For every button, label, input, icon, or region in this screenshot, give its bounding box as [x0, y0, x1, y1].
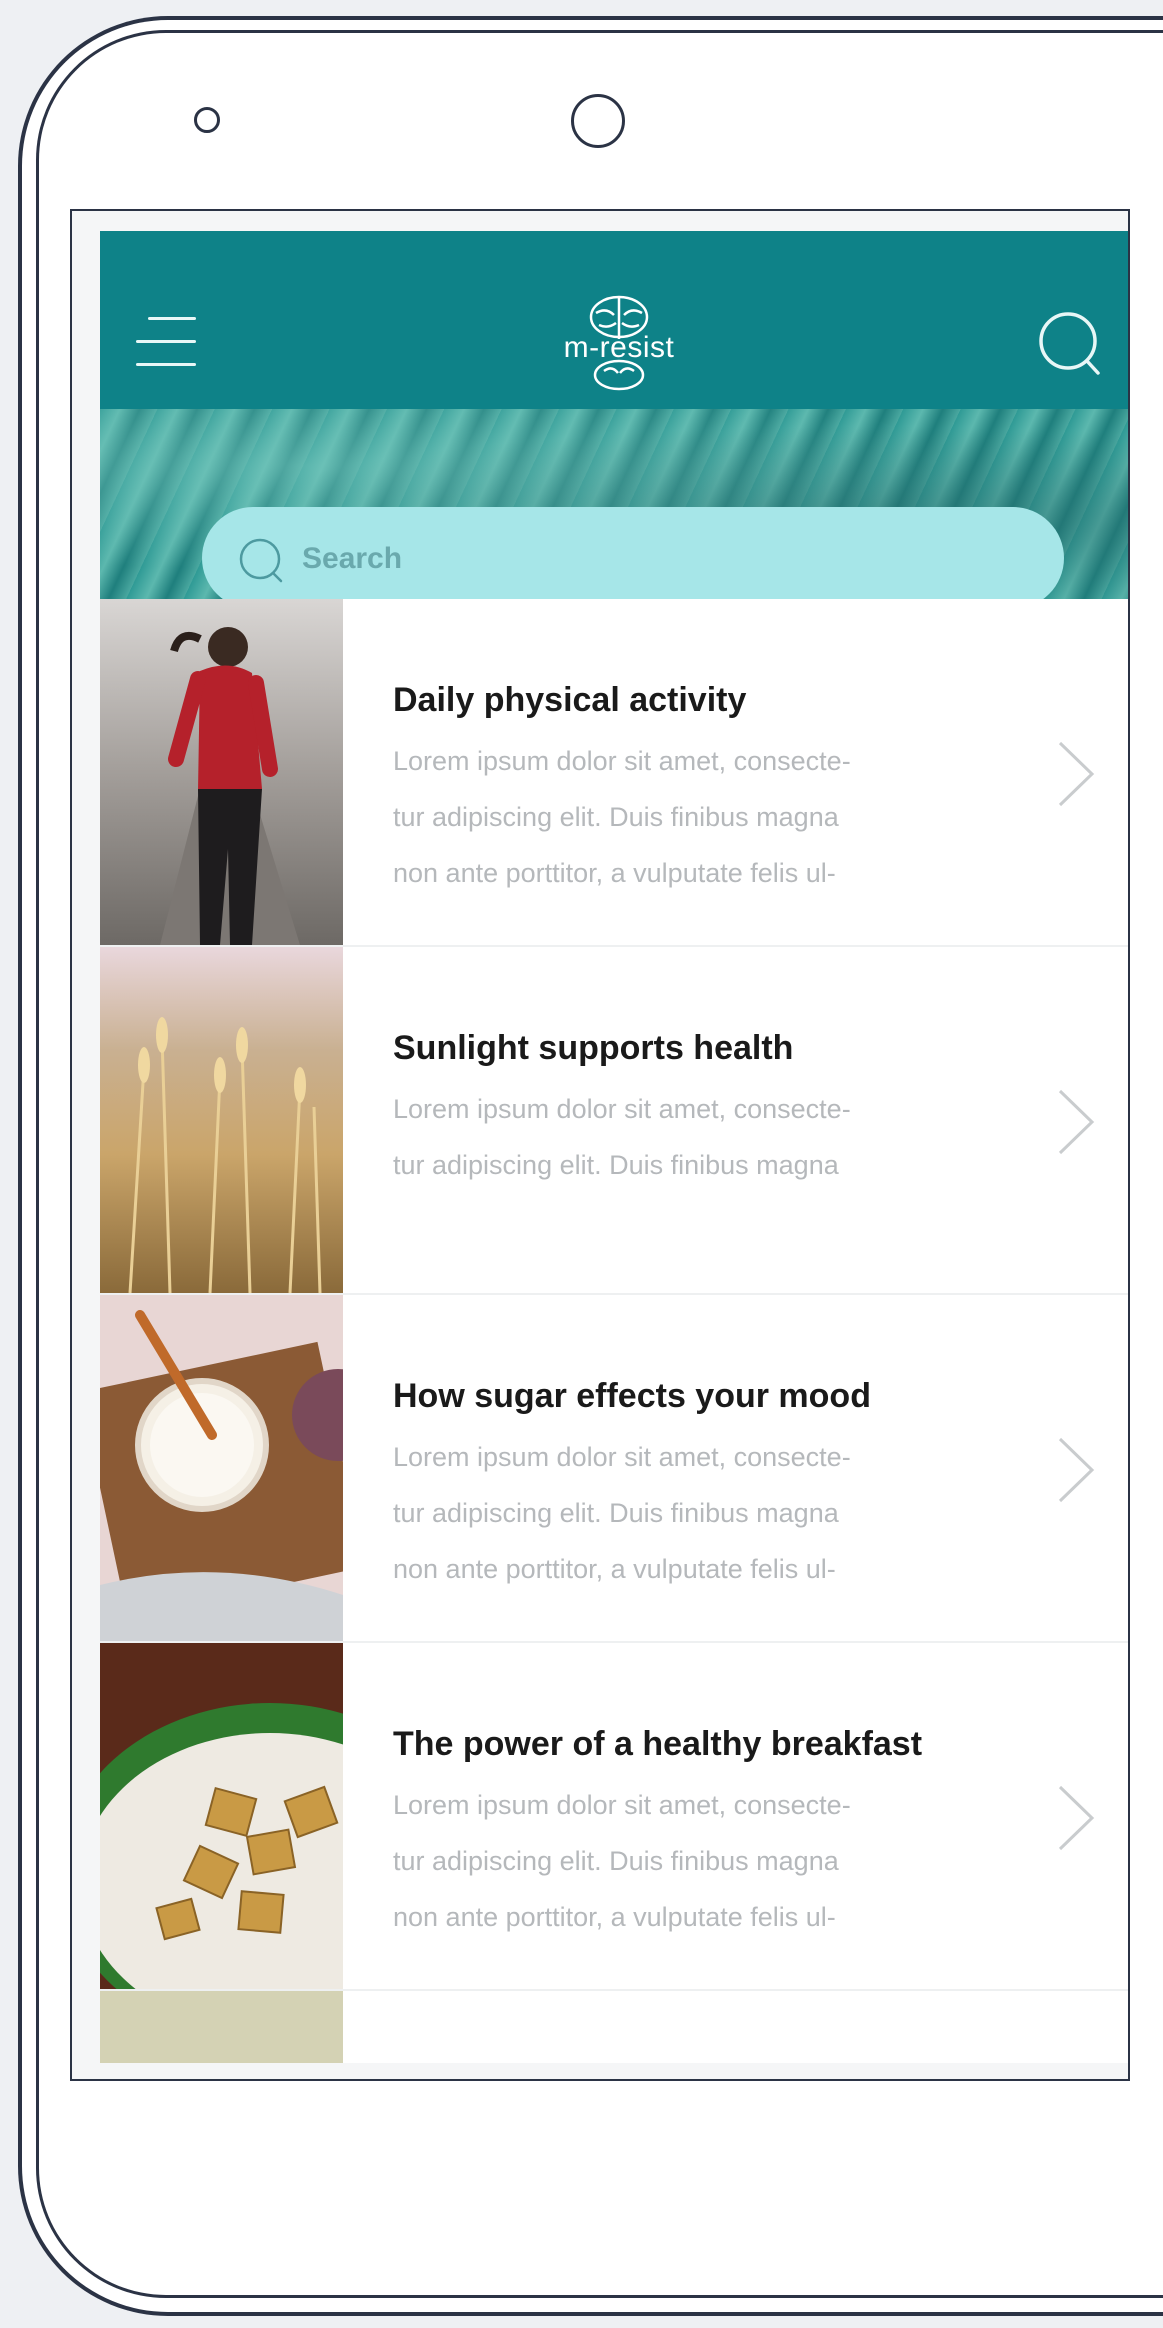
- search-bar-icon: [239, 538, 283, 583]
- chevron-right-icon: [1058, 1785, 1095, 1851]
- wheat-field-image: [100, 947, 343, 1293]
- article-description: Lorem ipsum dolor sit amet, consecte- tu…: [393, 1094, 851, 1180]
- hamburger-menu-icon[interactable]: [136, 317, 196, 367]
- article-title: How sugar effects your mood: [393, 1377, 871, 1415]
- app-screen: m-resist Search Daily physical activity …: [100, 231, 1128, 2063]
- article-description: Lorem ipsum dolor sit amet, consecte- tu…: [393, 1442, 851, 1584]
- chevron-right-icon: [1058, 741, 1095, 807]
- app-header: m-resist: [100, 231, 1128, 409]
- front-camera: [571, 94, 625, 148]
- partial-thumbnail-image: [100, 1991, 343, 2063]
- article-title: Sunlight supports health: [393, 1029, 794, 1067]
- app-logo: m-resist: [544, 287, 694, 397]
- article-list: Daily physical activity Lorem ipsum dolo…: [100, 599, 1128, 2063]
- article-description: Lorem ipsum dolor sit amet, consecte- tu…: [393, 1790, 851, 1932]
- article-title: The power of a healthy breakfast: [393, 1725, 923, 1763]
- search-bar[interactable]: [202, 507, 1064, 609]
- cereal-bowl-image: [100, 1643, 343, 1989]
- list-item[interactable]: How sugar effects your mood Lorem ipsum …: [100, 1295, 1128, 1643]
- runner-image: [100, 599, 343, 945]
- list-item[interactable]: Sunlight supports health Lorem ipsum dol…: [100, 947, 1128, 1295]
- chevron-right-icon: [1058, 1437, 1095, 1503]
- article-title: Daily physical activity: [393, 681, 747, 719]
- search-icon[interactable]: [1036, 309, 1102, 379]
- yogurt-bowl-image: [100, 1295, 343, 1641]
- chevron-right-icon: [1058, 1089, 1095, 1155]
- screen-frame: m-resist Search Daily physical activity …: [70, 209, 1130, 2081]
- logo-text: m-resist: [563, 331, 675, 364]
- proximity-sensor: [194, 107, 220, 133]
- list-item[interactable]: Daily physical activity Lorem ipsum dolo…: [100, 599, 1128, 947]
- list-item[interactable]: [100, 1991, 1128, 2063]
- search-input[interactable]: [300, 531, 1004, 587]
- article-description: Lorem ipsum dolor sit amet, consecte- tu…: [393, 746, 851, 888]
- list-item[interactable]: The power of a healthy breakfast Lorem i…: [100, 1643, 1128, 1991]
